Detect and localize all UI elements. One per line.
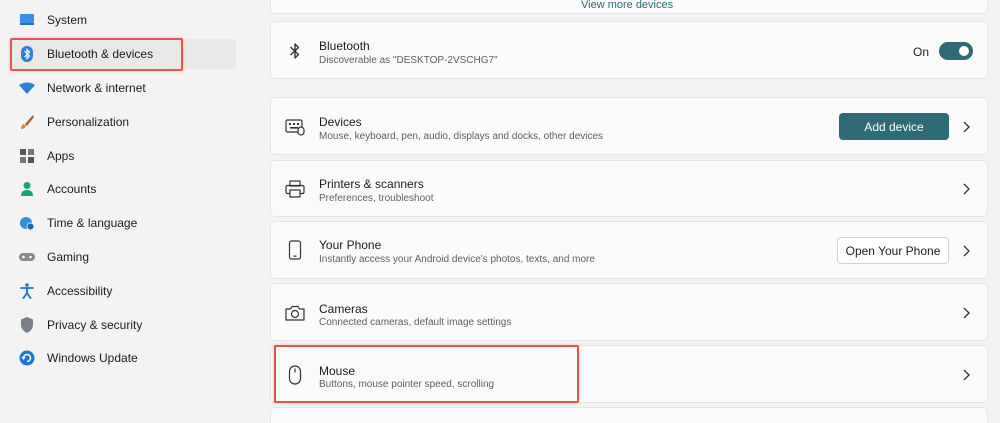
sidebar-item-accounts[interactable]: Accounts xyxy=(10,174,236,204)
person-icon xyxy=(19,181,35,197)
printers-card[interactable]: Printers & scanners Preferences, trouble… xyxy=(270,160,988,217)
open-your-phone-button[interactable]: Open Your Phone xyxy=(837,237,949,264)
previous-card-partial: View more devices xyxy=(270,0,988,14)
printers-subtitle: Preferences, troubleshoot xyxy=(319,193,434,204)
bluetooth-toggle-label: On xyxy=(912,45,929,59)
view-more-devices-link[interactable]: View more devices xyxy=(581,0,673,11)
sidebar-item-label: Time & language xyxy=(47,216,138,230)
chevron-right-icon[interactable] xyxy=(961,368,971,382)
camera-icon xyxy=(285,303,305,323)
sidebar: System Bluetooth & devices Network & int… xyxy=(0,0,250,423)
your-phone-title: Your Phone xyxy=(319,238,382,252)
cameras-card[interactable]: Cameras Connected cameras, default image… xyxy=(270,283,988,341)
sidebar-item-label: Bluetooth & devices xyxy=(47,47,154,61)
printer-icon xyxy=(285,179,305,199)
sidebar-item-label: Network & internet xyxy=(47,81,146,95)
next-card-partial xyxy=(270,407,988,423)
phone-icon xyxy=(285,240,305,260)
devices-subtitle: Mouse, keyboard, pen, audio, displays an… xyxy=(319,131,604,142)
apps-icon xyxy=(19,148,35,164)
sidebar-item-bluetooth-devices[interactable]: Bluetooth & devices xyxy=(10,39,236,69)
sidebar-item-privacy-security[interactable]: Privacy & security xyxy=(10,310,236,340)
sidebar-item-label: Gaming xyxy=(47,250,90,264)
cameras-subtitle: Connected cameras, default image setting… xyxy=(319,317,512,328)
devices-title: Devices xyxy=(319,115,362,129)
update-icon xyxy=(19,350,35,366)
mouse-icon xyxy=(285,365,305,385)
sidebar-item-time-language[interactable]: Time & language xyxy=(10,208,236,238)
your-phone-subtitle: Instantly access your Android device's p… xyxy=(319,254,595,265)
bluetooth-title: Bluetooth xyxy=(319,39,370,53)
chevron-right-icon[interactable] xyxy=(961,182,971,196)
sidebar-item-label: Personalization xyxy=(47,115,130,129)
sidebar-item-network-internet[interactable]: Network & internet xyxy=(10,73,236,103)
sidebar-item-label: Privacy & security xyxy=(47,318,143,332)
sidebar-item-personalization[interactable]: Personalization xyxy=(10,107,236,137)
accessibility-icon xyxy=(19,283,35,299)
gamepad-icon xyxy=(19,249,35,265)
chevron-right-icon[interactable] xyxy=(961,306,971,320)
brush-icon xyxy=(19,114,35,130)
sidebar-item-label: System xyxy=(47,13,88,27)
sidebar-item-windows-update[interactable]: Windows Update xyxy=(10,343,236,373)
devices-card[interactable]: Devices Mouse, keyboard, pen, audio, dis… xyxy=(270,97,988,155)
shield-icon xyxy=(19,317,35,333)
bluetooth-subtitle: Discoverable as "DESKTOP-2VSCHG7" xyxy=(319,55,498,66)
sidebar-item-system[interactable]: System xyxy=(10,5,236,35)
sidebar-item-gaming[interactable]: Gaming xyxy=(10,242,236,272)
toggle-knob xyxy=(959,46,969,56)
bluetooth-toggle[interactable] xyxy=(939,42,973,60)
add-device-button[interactable]: Add device xyxy=(839,113,949,140)
globe-clock-icon xyxy=(19,215,35,231)
wifi-icon xyxy=(19,80,35,96)
sidebar-item-label: Accessibility xyxy=(47,284,113,298)
sidebar-item-accessibility[interactable]: Accessibility xyxy=(10,276,236,306)
bluetooth-card[interactable]: Bluetooth Discoverable as "DESKTOP-2VSCH… xyxy=(270,21,988,79)
sidebar-item-label: Apps xyxy=(47,149,75,163)
your-phone-card[interactable]: Your Phone Instantly access your Android… xyxy=(270,221,988,279)
sidebar-item-label: Windows Update xyxy=(47,351,138,365)
cameras-title: Cameras xyxy=(319,302,368,316)
mouse-title: Mouse xyxy=(319,364,356,378)
sidebar-item-label: Accounts xyxy=(47,182,97,196)
chevron-right-icon[interactable] xyxy=(961,120,971,134)
sidebar-item-apps[interactable]: Apps xyxy=(10,141,236,171)
bluetooth-icon xyxy=(19,46,35,62)
mouse-subtitle: Buttons, mouse pointer speed, scrolling xyxy=(319,379,495,390)
printers-title: Printers & scanners xyxy=(319,177,424,191)
chevron-right-icon[interactable] xyxy=(961,244,971,258)
keyboard-mouse-icon xyxy=(285,117,305,137)
bluetooth-icon xyxy=(285,41,305,61)
mouse-card[interactable]: Mouse Buttons, mouse pointer speed, scro… xyxy=(270,345,988,403)
monitor-icon xyxy=(19,12,35,28)
